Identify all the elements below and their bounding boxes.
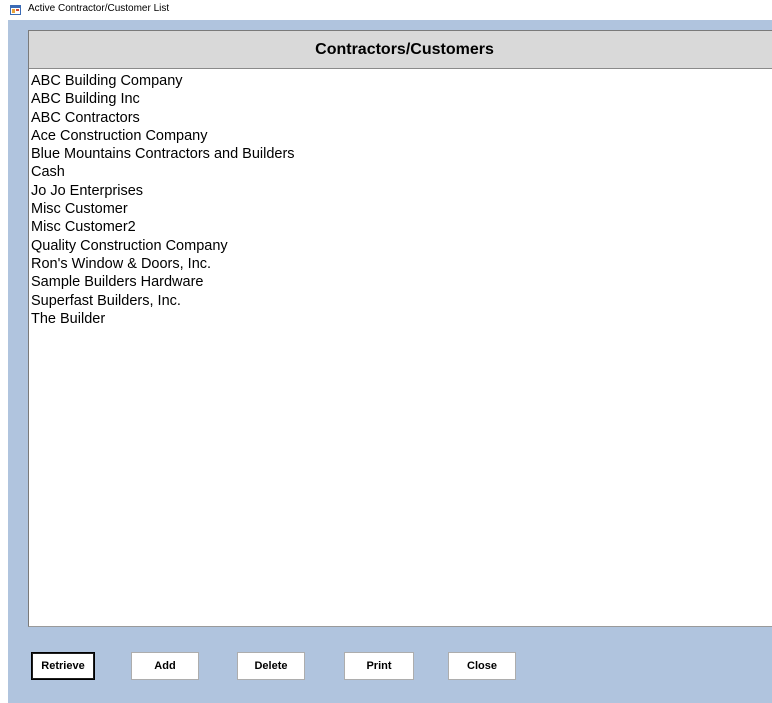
- list-item[interactable]: Quality Construction Company: [29, 237, 772, 255]
- list-item[interactable]: Sample Builders Hardware: [29, 273, 772, 291]
- list-item[interactable]: ABC Building Company: [29, 72, 772, 90]
- list-item[interactable]: Cash: [29, 163, 772, 181]
- list-items: ABC Building Company ABC Building Inc ABC …: [29, 70, 772, 328]
- list-item[interactable]: ABC Building Inc: [29, 90, 772, 108]
- list-column-header[interactable]: Contractors/Customers: [29, 31, 772, 69]
- delete-button[interactable]: Delete: [237, 652, 305, 680]
- window-title: Active Contractor/Customer List: [28, 3, 170, 14]
- list-item[interactable]: Jo Jo Enterprises: [29, 182, 772, 200]
- print-button[interactable]: Print: [344, 652, 414, 680]
- list-item[interactable]: Blue Mountains Contractors and Builders: [29, 145, 772, 163]
- contractor-customer-list[interactable]: Contractors/Customers ABC Building Compa…: [28, 30, 772, 627]
- retrieve-button[interactable]: Retrieve: [31, 652, 95, 680]
- list-item[interactable]: Misc Customer: [29, 200, 772, 218]
- close-button[interactable]: Close: [448, 652, 516, 680]
- list-item[interactable]: Ace Construction Company: [29, 127, 772, 145]
- list-item[interactable]: The Builder: [29, 310, 772, 328]
- list-item[interactable]: ABC Contractors: [29, 109, 772, 127]
- list-header-label: Contractors/Customers: [315, 40, 494, 58]
- application-window-icon: [10, 5, 21, 15]
- list-item[interactable]: Ron's Window & Doors, Inc.: [29, 255, 772, 273]
- list-item[interactable]: Misc Customer2: [29, 218, 772, 236]
- add-button[interactable]: Add: [131, 652, 199, 680]
- list-item[interactable]: Superfast Builders, Inc.: [29, 292, 772, 310]
- window-body: Contractors/Customers ABC Building Compa…: [8, 20, 772, 703]
- title-bar: Active Contractor/Customer List: [0, 0, 772, 20]
